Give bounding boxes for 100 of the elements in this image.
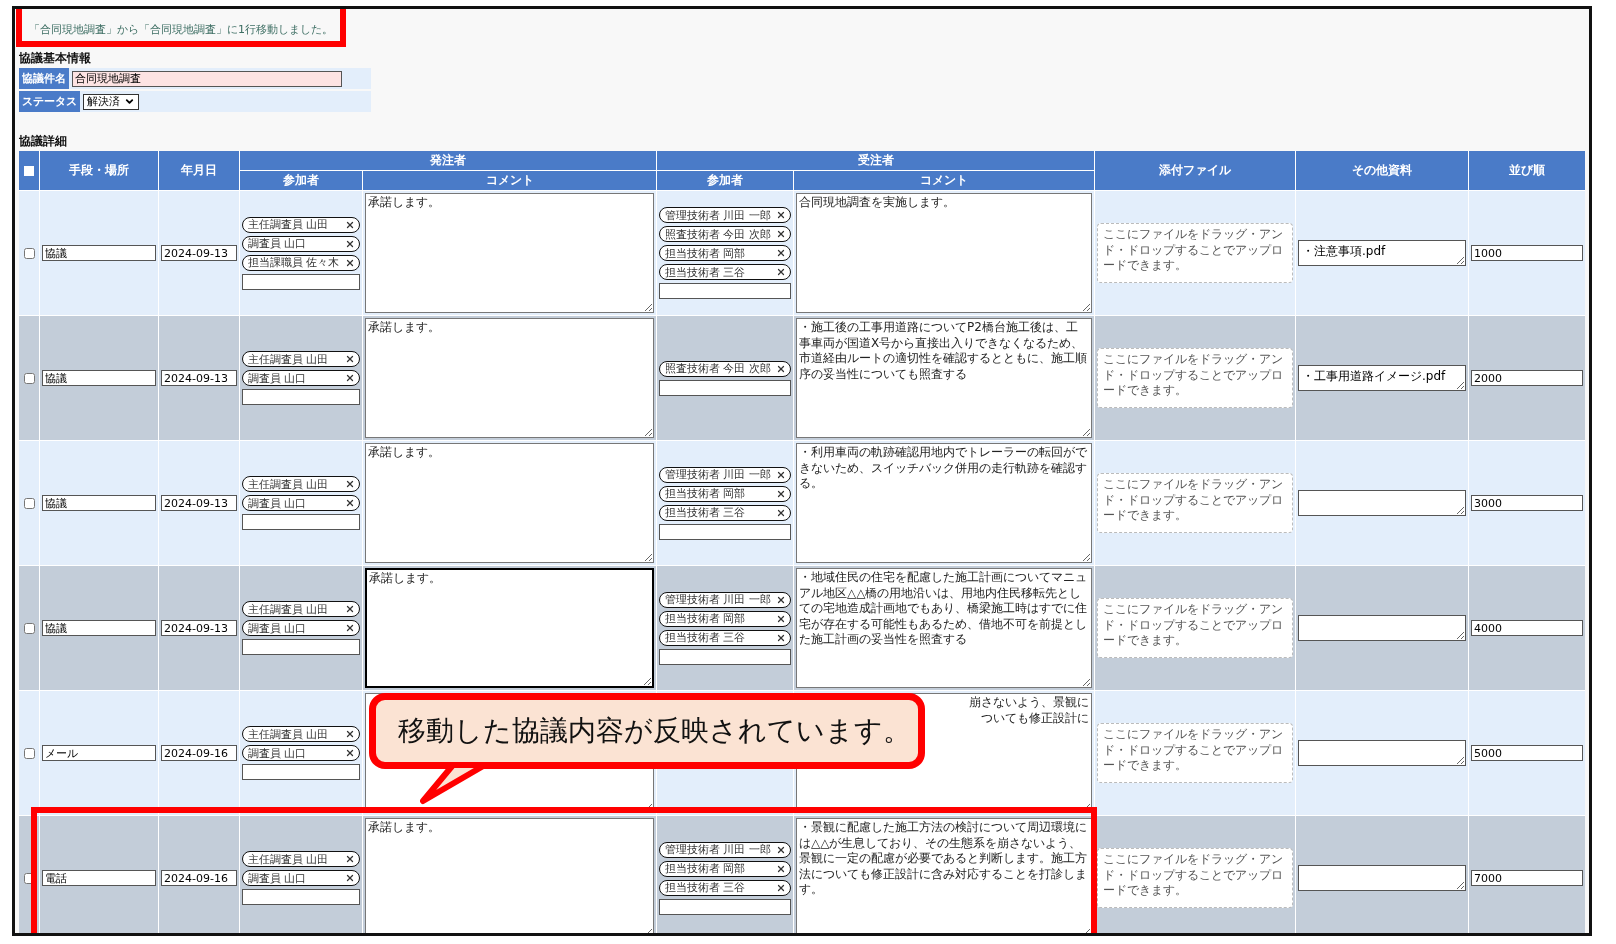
- participant-tag[interactable]: 担当技術者 岡部: [659, 245, 791, 261]
- participant-input[interactable]: [242, 389, 360, 405]
- participant-tag[interactable]: 調査員 山口: [242, 745, 360, 761]
- sort-order-field[interactable]: 2000: [1471, 370, 1583, 386]
- remove-icon[interactable]: [776, 363, 786, 374]
- remove-icon[interactable]: [776, 844, 786, 855]
- participant-tag[interactable]: 担当技術者 三谷: [659, 629, 791, 646]
- other-files-field[interactable]: ・工事用道路イメージ.pdf: [1298, 365, 1466, 391]
- comment-field[interactable]: 承諾します。: [365, 818, 654, 933]
- participant-input[interactable]: [659, 898, 791, 915]
- remove-icon[interactable]: [345, 604, 355, 614]
- sort-order-field[interactable]: 5000: [1471, 745, 1583, 761]
- participant-input[interactable]: [242, 273, 360, 290]
- participant-input[interactable]: [242, 514, 360, 530]
- date-field[interactable]: 2024-09-16: [161, 745, 237, 761]
- participant-tag[interactable]: 主任調査員 山田: [242, 476, 360, 492]
- participant-tag[interactable]: 調査員 山口: [242, 620, 360, 636]
- method-field[interactable]: 協議: [42, 245, 156, 261]
- other-files-field[interactable]: [1298, 740, 1466, 766]
- remove-icon[interactable]: [345, 854, 355, 864]
- text-field[interactable]: 合同現地調査: [72, 70, 342, 87]
- comment-field[interactable]: ・景観に配慮した施工方法の検討について周辺環境には△△が生息しており、その生態系を崩さないよう、景観に一定の配慮が必要であると判断します。施工方法についても修正設計に含み対応することを打診します。: [796, 818, 1092, 933]
- date-field[interactable]: 2024-09-13: [161, 620, 237, 636]
- other-files-field[interactable]: [1298, 865, 1466, 891]
- remove-icon[interactable]: [345, 354, 355, 364]
- participant-tag[interactable]: 主任調査員 山田: [242, 601, 360, 617]
- remove-icon[interactable]: [345, 873, 355, 883]
- sort-order-field[interactable]: 4000: [1471, 620, 1583, 636]
- remove-icon[interactable]: [776, 267, 786, 277]
- comment-field[interactable]: 承諾します。: [365, 318, 654, 438]
- participant-tag[interactable]: 主任調査員 山田: [242, 726, 360, 742]
- remove-icon[interactable]: [776, 632, 786, 643]
- remove-icon[interactable]: [776, 210, 786, 220]
- date-field[interactable]: 2024-09-13: [161, 245, 237, 261]
- status-select[interactable]: 解決済: [83, 93, 139, 110]
- remove-icon[interactable]: [345, 479, 355, 489]
- participant-tag[interactable]: 主任調査員 山田: [242, 851, 360, 867]
- participant-input[interactable]: [659, 523, 791, 540]
- comment-field[interactable]: 承諾します。: [365, 443, 654, 563]
- upload-drop-zone[interactable]: ここにファイルをドラッグ・アンド・ドロップすることでアップロードできます。: [1097, 598, 1293, 658]
- sort-order-field[interactable]: 1000: [1471, 245, 1583, 261]
- remove-icon[interactable]: [345, 623, 355, 633]
- row-checkbox[interactable]: [23, 372, 35, 384]
- participant-tag[interactable]: 担当技術者 三谷: [659, 504, 791, 521]
- participant-tag[interactable]: 調査員 山口: [242, 370, 360, 386]
- remove-icon[interactable]: [345, 748, 355, 758]
- upload-drop-zone[interactable]: ここにファイルをドラッグ・アンド・ドロップすることでアップロードできます。: [1097, 348, 1293, 408]
- comment-field[interactable]: ・利用車両の軌跡確認用地内でトレーラーの転回ができないため、スイッチバック併用の走行軌跡を確認する。: [796, 443, 1092, 563]
- comment-field[interactable]: 承諾します。: [365, 193, 654, 313]
- participant-tag[interactable]: 調査員 山口: [242, 870, 360, 886]
- select-all-checkbox[interactable]: [24, 165, 34, 176]
- participant-tag[interactable]: 管理技術者 川田 一郎: [659, 207, 791, 223]
- comment-field[interactable]: 承諾します。: [365, 568, 654, 688]
- row-checkbox[interactable]: [23, 747, 35, 759]
- remove-icon[interactable]: [776, 229, 786, 239]
- method-field[interactable]: 協議: [42, 620, 156, 636]
- remove-icon[interactable]: [776, 613, 786, 624]
- other-files-field[interactable]: [1298, 490, 1466, 516]
- sort-order-field[interactable]: 7000: [1471, 870, 1583, 886]
- method-field[interactable]: 協議: [42, 370, 156, 386]
- method-field[interactable]: 電話: [42, 870, 156, 886]
- participant-input[interactable]: [242, 889, 360, 905]
- participant-tag[interactable]: 調査員 山口: [242, 495, 360, 511]
- participant-input[interactable]: [659, 283, 791, 299]
- participant-input[interactable]: [659, 379, 791, 396]
- method-field[interactable]: メール: [42, 745, 156, 761]
- remove-icon[interactable]: [776, 507, 786, 518]
- date-field[interactable]: 2024-09-13: [161, 495, 237, 511]
- participant-tag[interactable]: 主任調査員 山田: [242, 216, 360, 233]
- remove-icon[interactable]: [345, 257, 355, 268]
- participant-tag[interactable]: 管理技術者 川田 一郎: [659, 466, 791, 483]
- date-field[interactable]: 2024-09-13: [161, 370, 237, 386]
- participant-tag[interactable]: 管理技術者 川田 一郎: [659, 841, 791, 858]
- row-checkbox[interactable]: [23, 247, 35, 259]
- comment-field[interactable]: ・施工後の工事用道路についてP2橋台施工後は、工事車両が国道X号から直接出入りできなくなるため、市道経由ルートの適切性を確認するとともに、施工順序の妥当性についても照査する: [796, 318, 1092, 438]
- remove-icon[interactable]: [776, 488, 786, 499]
- upload-drop-zone[interactable]: ここにファイルをドラッグ・アンド・ドロップすることでアップロードできます。: [1097, 473, 1293, 533]
- row-checkbox[interactable]: [23, 497, 35, 509]
- remove-icon[interactable]: [345, 729, 355, 739]
- remove-icon[interactable]: [776, 882, 786, 893]
- participant-input[interactable]: [242, 639, 360, 655]
- participant-tag[interactable]: 担当技術者 三谷: [659, 879, 791, 896]
- remove-icon[interactable]: [345, 498, 355, 508]
- participant-tag[interactable]: 照査技術者 今田 次郎: [659, 360, 791, 377]
- participant-tag[interactable]: 担当技術者 三谷: [659, 264, 791, 280]
- participant-tag[interactable]: 担当課職員 佐々木: [242, 254, 360, 271]
- comment-field[interactable]: 合同現地調査を実施します。: [796, 193, 1092, 313]
- sort-order-field[interactable]: 3000: [1471, 495, 1583, 511]
- participant-tag[interactable]: 照査技術者 今田 次郎: [659, 226, 791, 242]
- method-field[interactable]: 協議: [42, 495, 156, 511]
- participant-input[interactable]: [659, 648, 791, 665]
- upload-drop-zone[interactable]: ここにファイルをドラッグ・アンド・ドロップすることでアップロードできます。: [1097, 723, 1293, 783]
- upload-drop-zone[interactable]: ここにファイルをドラッグ・アンド・ドロップすることでアップロードできます。: [1097, 223, 1293, 283]
- remove-icon[interactable]: [776, 248, 786, 258]
- other-files-field[interactable]: ・注意事項.pdf: [1298, 240, 1466, 266]
- participant-tag[interactable]: 管理技術者 川田 一郎: [659, 591, 791, 608]
- upload-drop-zone[interactable]: ここにファイルをドラッグ・アンド・ドロップすることでアップロードできます。: [1097, 848, 1293, 908]
- remove-icon[interactable]: [345, 373, 355, 383]
- date-field[interactable]: 2024-09-16: [161, 870, 237, 886]
- participant-tag[interactable]: 担当技術者 岡部: [659, 485, 791, 502]
